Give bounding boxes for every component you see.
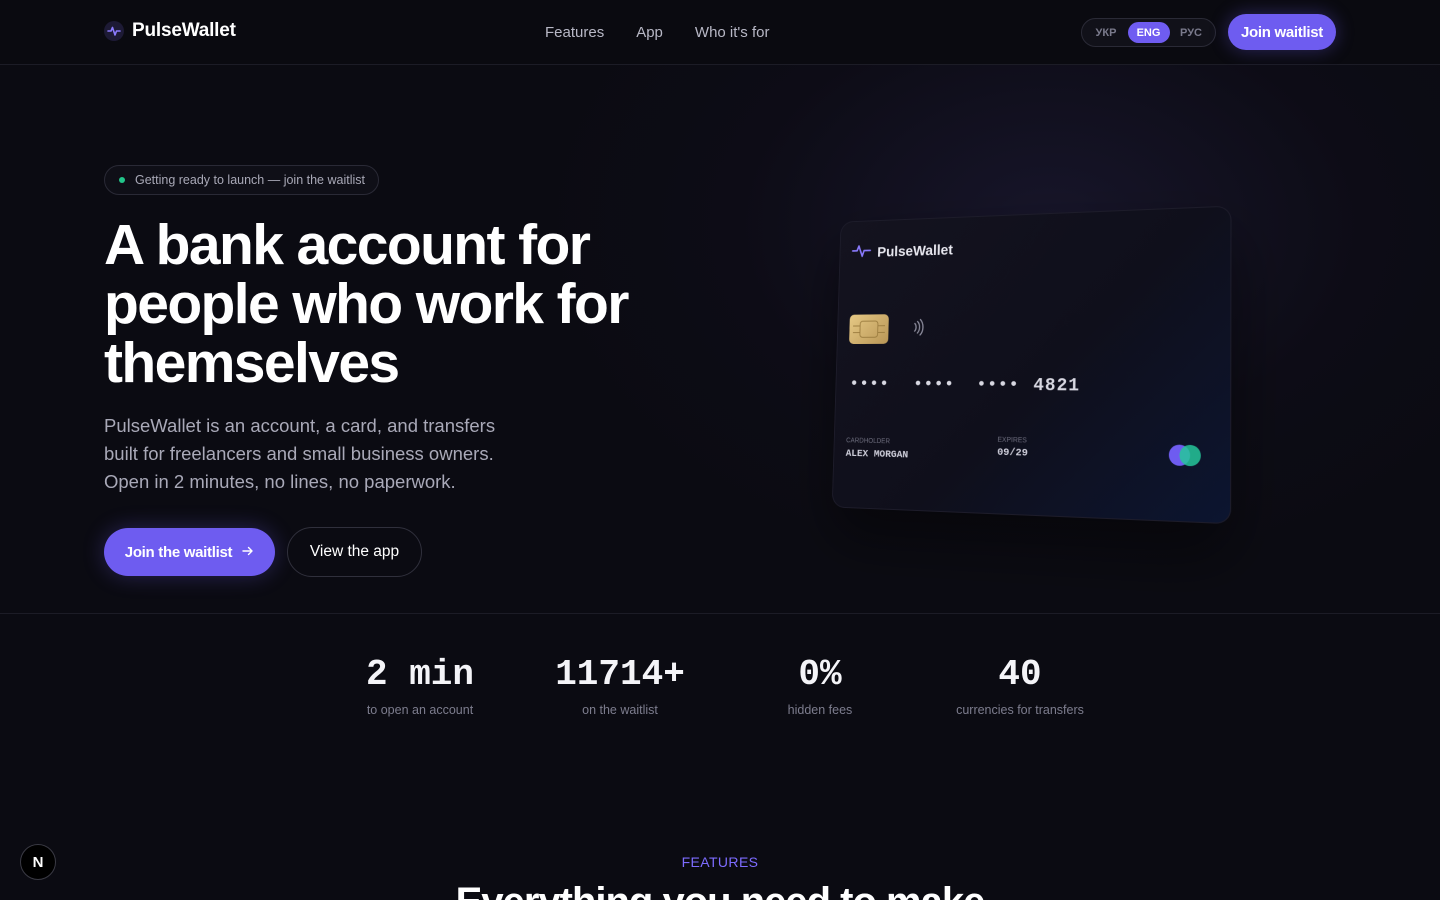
card-brand-text: PulseWallet <box>877 242 953 261</box>
join-waitlist-header-button[interactable]: Join waitlist <box>1228 14 1336 50</box>
status-dot <box>119 177 125 183</box>
arrow-right-icon <box>242 544 254 561</box>
cardholder-name: ALEX MORGAN <box>846 448 909 461</box>
logo[interactable]: PulseWallet <box>104 20 236 42</box>
card-number-group-3: •••• <box>976 376 1019 395</box>
site-header: PulseWallet Features App Who it's for УК… <box>0 0 1440 65</box>
contactless-icon <box>912 318 925 342</box>
language-switcher: УКР ENG РУС <box>1081 18 1216 47</box>
pulse-icon <box>851 243 871 263</box>
stat-item: 40 currencies for transfers <box>920 654 1120 717</box>
stat-value: 40 <box>920 654 1120 695</box>
main-nav: Features App Who it's for <box>545 24 769 41</box>
payment-card: PulseWallet •••• •••• •••• 4821 CARDHOLD… <box>832 206 1232 525</box>
card-number-group-2: •••• <box>913 376 955 395</box>
hero-headline: A bank account for people who work for t… <box>104 216 664 393</box>
nav-link-features[interactable]: Features <box>545 24 604 41</box>
stat-item: 2 min to open an account <box>320 654 520 717</box>
stat-item: 0% hidden fees <box>720 654 920 717</box>
card-number-group-1: •••• <box>849 375 889 393</box>
expires-value: 09/29 <box>997 447 1028 460</box>
stat-label: to open an account <box>320 703 520 717</box>
lang-option-rus[interactable]: РУС <box>1170 22 1212 43</box>
features-eyebrow: FEATURES <box>0 854 1440 870</box>
expires-label: EXPIRES <box>997 437 1027 445</box>
stat-item: 11714+ on the waitlist <box>520 654 720 717</box>
logo-text: PulseWallet <box>132 20 236 42</box>
stat-value: 11714+ <box>520 654 720 695</box>
stat-value: 0% <box>720 654 920 695</box>
stat-label: on the waitlist <box>520 703 720 717</box>
view-app-button[interactable]: View the app <box>287 527 422 577</box>
section-divider <box>0 613 1440 614</box>
features-title: Everything you need to make <box>0 880 1440 900</box>
hero-subtext: PulseWallet is an account, a card, and t… <box>104 412 524 496</box>
card-chip <box>849 314 889 344</box>
nav-link-who-its-for[interactable]: Who it's for <box>695 24 770 41</box>
lang-option-ukr[interactable]: УКР <box>1085 22 1127 43</box>
dev-tools-badge[interactable]: N <box>20 844 56 880</box>
lang-option-eng[interactable]: ENG <box>1128 22 1170 43</box>
stat-label: hidden fees <box>720 703 920 717</box>
join-waitlist-hero-button[interactable]: Join the waitlist <box>104 528 275 576</box>
stat-label: currencies for transfers <box>920 703 1120 717</box>
card-network-icon <box>1169 444 1201 466</box>
launch-badge-text: Getting ready to launch — join the waitl… <box>135 173 365 187</box>
card-brand: PulseWallet <box>851 240 953 263</box>
nav-link-app[interactable]: App <box>636 24 663 41</box>
pulse-icon <box>104 21 124 41</box>
stat-value: 2 min <box>320 654 520 695</box>
join-waitlist-hero-label: Join the waitlist <box>125 544 232 561</box>
launch-badge: Getting ready to launch — join the waitl… <box>104 165 379 195</box>
cardholder-label: CARDHOLDER <box>846 437 890 445</box>
card-number-last4: 4821 <box>1033 376 1080 397</box>
